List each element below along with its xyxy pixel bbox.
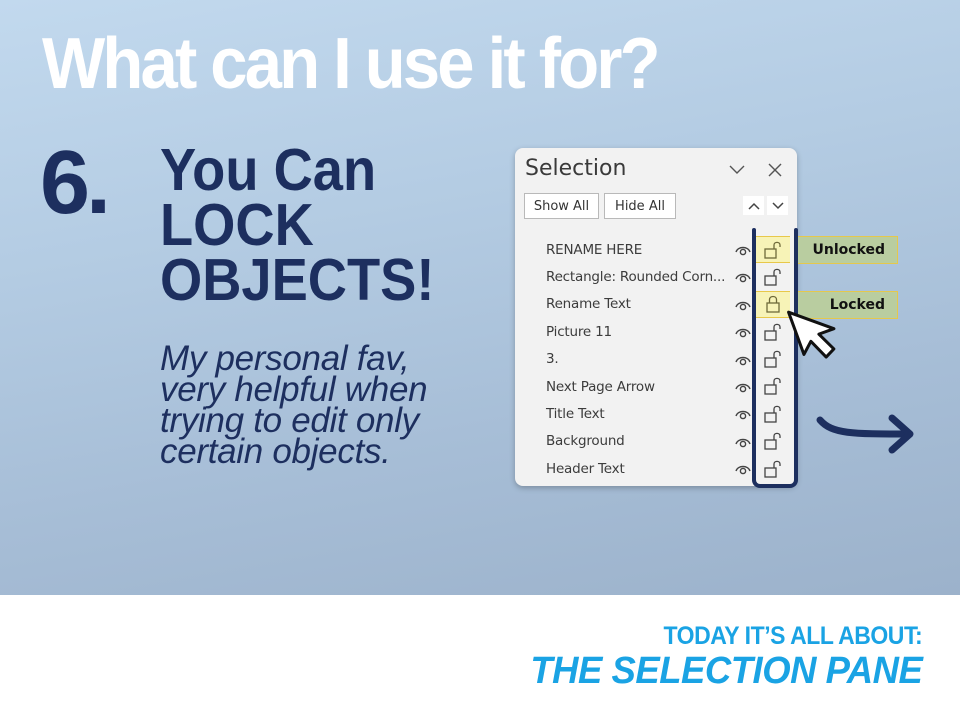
pane-options-button[interactable] — [727, 162, 747, 178]
unlock-icon[interactable] — [756, 455, 790, 482]
tip-description: My personal fav, very helpful when tryin… — [160, 341, 500, 471]
visibility-eye-icon[interactable] — [734, 269, 752, 285]
selection-item-name: 3. — [546, 351, 559, 368]
unlock-icon[interactable] — [756, 428, 790, 455]
chevron-up-icon — [747, 202, 760, 210]
selection-item[interactable]: Rename Text — [515, 290, 797, 318]
tip-description-line: certain objects. — [160, 432, 391, 471]
hide-all-button[interactable]: Hide All — [604, 193, 676, 219]
visibility-eye-icon[interactable] — [734, 434, 752, 450]
unlock-icon[interactable] — [756, 236, 790, 263]
show-all-button[interactable]: Show All — [524, 193, 599, 219]
slide-title: What can I use it for? — [42, 24, 661, 104]
pane-title: Selection — [525, 156, 627, 181]
selection-item-name: Next Page Arrow — [546, 378, 655, 395]
unlock-icon[interactable] — [756, 263, 790, 290]
chevron-down-icon — [771, 201, 784, 209]
tip-heading: You Can LOCK OBJECTS! — [160, 137, 435, 313]
selection-item[interactable]: Background — [515, 428, 797, 455]
tip-heading-line: OBJECTS! — [160, 247, 435, 313]
footer-title: THE SELECTION PANE — [529, 650, 922, 692]
visibility-eye-icon[interactable] — [734, 461, 752, 477]
mouse-pointer-icon — [787, 310, 836, 359]
selection-pane: Selection Show All Hide All RENAME HERE R… — [515, 148, 797, 486]
next-page-arrow-icon[interactable] — [812, 408, 918, 460]
selection-item[interactable]: Rectangle: Rounded Corn... — [515, 263, 797, 290]
selection-item[interactable]: RENAME HERE — [515, 236, 797, 263]
visibility-eye-icon[interactable] — [734, 352, 752, 368]
visibility-eye-icon[interactable] — [734, 379, 752, 395]
selection-item-name: Rename Text — [546, 296, 631, 313]
visibility-eye-icon[interactable] — [734, 406, 752, 422]
tip-number: 6. — [40, 133, 111, 233]
selection-item-name: Background — [546, 433, 625, 450]
footer-subtitle: TODAY IT’S ALL ABOUT: — [663, 622, 922, 650]
close-icon — [768, 163, 782, 177]
selection-item-list: RENAME HERE Rectangle: Rounded Corn... Ren… — [515, 236, 797, 483]
unlock-icon[interactable] — [756, 373, 790, 400]
selection-item-name: Rectangle: Rounded Corn... — [546, 269, 726, 286]
visibility-eye-icon[interactable] — [734, 297, 752, 313]
chevron-down-icon — [729, 165, 745, 174]
selection-item-name: Picture 11 — [546, 323, 612, 340]
selection-item[interactable]: Picture 11 — [515, 318, 797, 345]
pane-close-button[interactable] — [765, 160, 785, 180]
visibility-eye-icon[interactable] — [734, 324, 752, 340]
selection-item[interactable]: Title Text — [515, 400, 797, 427]
unlock-icon[interactable] — [756, 400, 790, 427]
bring-forward-button[interactable] — [743, 196, 764, 215]
tip-heading-line: You Can — [160, 137, 377, 203]
selection-item-name: Title Text — [546, 406, 605, 423]
selection-item[interactable]: Header Text — [515, 455, 797, 482]
lock-column-frame-edge — [794, 228, 798, 234]
callout-unlocked: Unlocked — [798, 236, 898, 264]
send-backward-button[interactable] — [767, 196, 788, 215]
visibility-eye-icon[interactable] — [734, 242, 752, 258]
tip-heading-line: LOCK — [160, 192, 314, 258]
selection-item-name: RENAME HERE — [546, 241, 643, 258]
selection-item[interactable]: Next Page Arrow — [515, 373, 797, 400]
selection-item-name: Header Text — [546, 460, 625, 477]
selection-item[interactable]: 3. — [515, 346, 797, 373]
lock-column-frame-edge — [752, 228, 756, 234]
